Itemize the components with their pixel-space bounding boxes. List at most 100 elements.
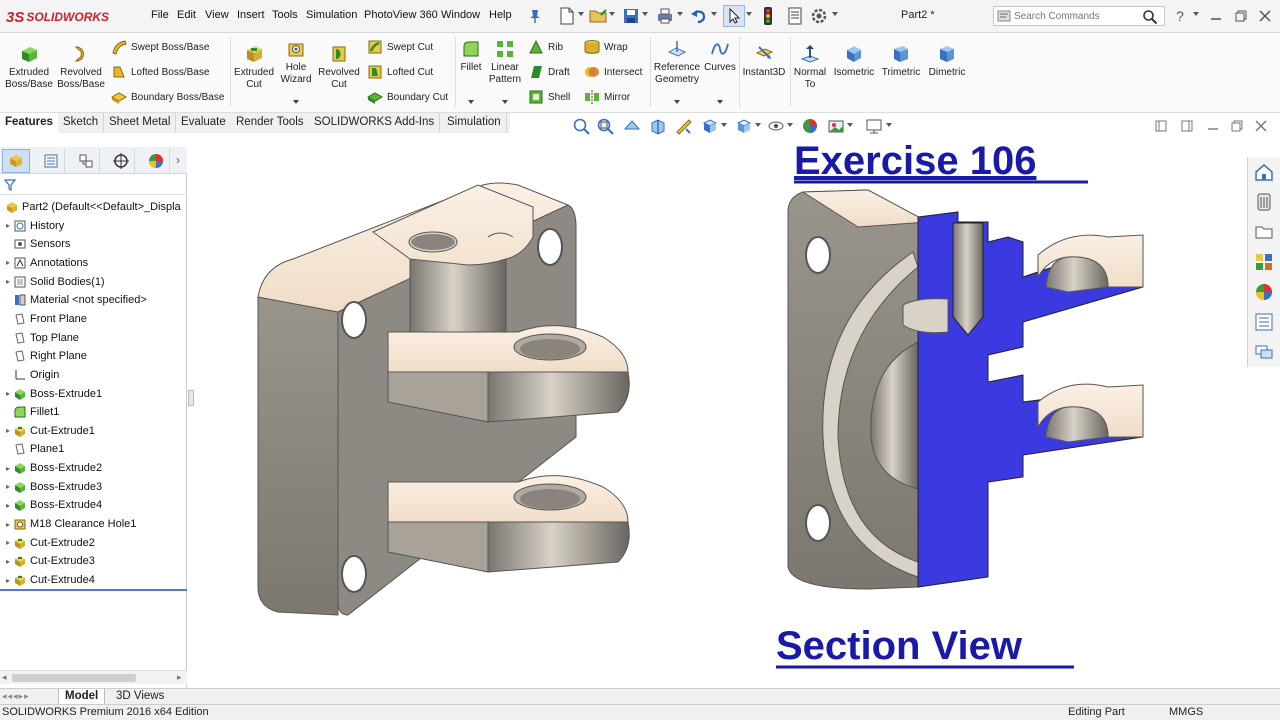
pin-icon[interactable]	[524, 5, 546, 27]
draft-button[interactable]: Draft	[527, 63, 570, 81]
tab-sketch[interactable]: Sketch	[58, 113, 105, 133]
tree-item[interactable]: Sensors	[0, 235, 187, 253]
intersect-button[interactable]: Intersect	[583, 63, 642, 81]
feature-manager-tab[interactable]	[2, 149, 30, 173]
apply-scene-dropdown-icon[interactable]	[847, 123, 853, 129]
expand-arrow-icon[interactable]: ▸	[3, 389, 13, 398]
filter-funnel-icon[interactable]	[4, 179, 16, 191]
expand-arrow-icon[interactable]: ▸	[3, 520, 13, 529]
viewport-close-icon[interactable]	[1254, 120, 1268, 134]
swept-boss-button[interactable]: Swept Boss/Base	[110, 38, 209, 56]
view-orientation-dropdown-icon[interactable]	[721, 123, 727, 129]
file-properties-icon[interactable]	[784, 5, 806, 27]
reference-geometry-button[interactable]: Reference Geometry	[652, 38, 702, 86]
boundary-cut-button[interactable]: Boundary Cut	[366, 88, 448, 106]
tree-filter-row[interactable]	[0, 175, 187, 195]
model-viewport[interactable]: Exercise 106 Section View	[188, 137, 1247, 688]
swept-cut-button[interactable]: Swept Cut	[366, 38, 433, 56]
solidworks-logo[interactable]: 3S SOLIDWORKS	[6, 6, 109, 28]
fillet-button[interactable]: Fillet	[456, 38, 486, 74]
tab-simulation[interactable]: Simulation	[442, 113, 507, 133]
expand-arrow-icon[interactable]: ▸	[3, 482, 13, 491]
panel-tabs-more-icon[interactable]: ›	[176, 153, 180, 167]
dimxpert-manager-tab[interactable]	[107, 149, 135, 173]
options-dropdown-icon[interactable]	[832, 12, 838, 18]
panel-collapse-handle[interactable]	[188, 390, 194, 406]
print-icon[interactable]	[654, 5, 676, 27]
tab-model[interactable]: Model	[58, 689, 106, 705]
design-library-icon[interactable]	[1253, 191, 1275, 213]
help-question-icon[interactable]: ?	[1170, 6, 1190, 26]
close-window-button[interactable]	[1255, 6, 1275, 26]
tab-scroll-arrows-icon[interactable]: ◂◂◂▸▸	[2, 691, 30, 702]
tab-solidworks-add-ins[interactable]: SOLIDWORKS Add-Ins	[309, 113, 441, 133]
tree-item[interactable]: Material <not specified>	[0, 291, 187, 309]
edit-appearance-icon[interactable]	[800, 117, 820, 135]
boundary-boss-button[interactable]: Boundary Boss/Base	[110, 88, 224, 106]
lofted-cut-button[interactable]: Lofted Cut	[366, 63, 433, 81]
rib-button[interactable]: Rib	[527, 38, 563, 56]
menu-edit[interactable]: Edit	[177, 9, 196, 21]
display-manager-tab[interactable]	[142, 149, 170, 173]
menu-simulation[interactable]: Simulation	[306, 9, 357, 21]
revolved-boss-button[interactable]: Revolved Boss/Base	[56, 43, 106, 91]
tree-item[interactable]: ▸ Cut-Extrude1	[0, 422, 187, 440]
normal-to-button[interactable]: Normal To	[790, 43, 830, 91]
expand-arrow-icon[interactable]: ▸	[3, 464, 13, 473]
tab-features[interactable]: Features	[0, 113, 59, 133]
viewport-restore-icon[interactable]	[1230, 120, 1244, 134]
menu-file[interactable]: File	[151, 9, 169, 21]
tree-item[interactable]: ▸ Boss-Extrude1	[0, 385, 187, 403]
tree-item[interactable]: ▸ Cut-Extrude4	[0, 571, 187, 589]
hide-show-items-icon[interactable]	[766, 117, 786, 135]
lofted-boss-button[interactable]: Lofted Boss/Base	[110, 63, 209, 81]
hide-show-dropdown-icon[interactable]	[787, 123, 793, 129]
expand-arrow-icon[interactable]: ▸	[3, 277, 13, 286]
tree-item[interactable]: ▸ History	[0, 217, 187, 235]
undo-dropdown-icon[interactable]	[711, 12, 717, 18]
help-dropdown-icon[interactable]	[1193, 12, 1199, 18]
view-settings-dropdown-icon[interactable]	[886, 123, 892, 129]
fillet-dropdown-icon[interactable]	[468, 100, 474, 104]
graphics-area[interactable]: Exercise 106 Section View	[188, 137, 1247, 688]
tree-item[interactable]: ▸ Boss-Extrude4	[0, 496, 187, 514]
print-dropdown-icon[interactable]	[677, 12, 683, 18]
hole-wizard-dropdown-icon[interactable]	[293, 100, 299, 104]
wrap-button[interactable]: Wrap	[583, 38, 628, 56]
file-explorer-icon[interactable]	[1253, 221, 1275, 243]
new-document-icon[interactable]	[556, 5, 578, 27]
custom-properties-icon[interactable]	[1253, 311, 1275, 333]
tree-item[interactable]: ▸ Cut-Extrude3	[0, 552, 187, 570]
curves-dropdown-icon[interactable]	[717, 100, 723, 104]
scroll-right-icon[interactable]: ▸	[177, 672, 182, 683]
isometric-button[interactable]: Isometric	[830, 43, 878, 79]
tree-item[interactable]: ▸ Annotations	[0, 254, 187, 272]
extruded-cut-button[interactable]: Extruded Cut	[232, 43, 276, 91]
menu-help[interactable]: Help	[489, 9, 512, 21]
property-manager-tab[interactable]	[37, 149, 65, 173]
view-palette-icon[interactable]	[1253, 251, 1275, 273]
minimize-window-button[interactable]	[1206, 6, 1226, 26]
horizontal-scrollbar[interactable]: ◂ ▸	[0, 670, 187, 684]
expand-arrow-icon[interactable]: ▸	[3, 426, 13, 435]
zoom-to-area-icon[interactable]	[596, 117, 616, 135]
revolved-cut-button[interactable]: Revolved Cut	[316, 43, 362, 91]
expand-arrow-icon[interactable]: ▸	[3, 538, 13, 547]
dimetric-button[interactable]: Dimetric	[924, 43, 970, 79]
rollback-bar[interactable]	[0, 589, 187, 591]
tree-item[interactable]: ▸ Boss-Extrude2	[0, 459, 187, 477]
tree-item[interactable]: Top Plane	[0, 329, 187, 347]
section-view-icon[interactable]	[648, 117, 668, 135]
previous-view-icon[interactable]	[622, 117, 642, 135]
unit-system-text[interactable]: MMGS	[1169, 706, 1203, 718]
undo-icon[interactable]	[688, 5, 710, 27]
search-commands-box[interactable]	[993, 6, 1165, 26]
view-settings-icon[interactable]	[864, 117, 884, 135]
linear-pattern-button[interactable]: Linear Pattern	[487, 38, 523, 86]
trimetric-button[interactable]: Trimetric	[878, 43, 924, 79]
extruded-boss-button[interactable]: Extruded Boss/Base	[4, 43, 54, 91]
tree-item[interactable]: ▸ Boss-Extrude3	[0, 478, 187, 496]
tab-3d-views[interactable]: 3D Views	[110, 689, 170, 705]
expand-arrow-icon[interactable]: ▸	[3, 557, 13, 566]
dynamic-annotation-icon[interactable]	[674, 117, 694, 135]
